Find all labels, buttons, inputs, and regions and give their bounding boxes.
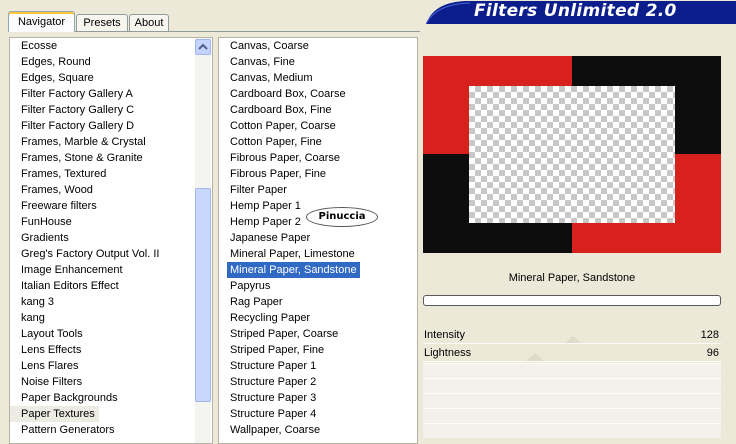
filter-item[interactable]: Canvas, Medium — [219, 70, 360, 86]
filter-item[interactable]: Cardboard Box, Fine — [219, 102, 360, 118]
tab-navigator[interactable]: Navigator — [8, 11, 75, 32]
filter-item[interactable]: Filter Paper — [219, 182, 360, 198]
preview-image — [423, 56, 721, 253]
category-item[interactable]: Frames, Wood — [10, 182, 159, 198]
category-item[interactable]: Frames, Stone & Granite — [10, 150, 159, 166]
slider-lightness[interactable]: Lightness 96 — [423, 345, 721, 362]
chevron-up-icon — [198, 43, 208, 50]
banner-title: Filters Unlimited 2.0 — [474, 1, 677, 21]
category-list[interactable]: Ecosse Edges, Round Edges, Square Filter Fa… — [9, 37, 213, 444]
selected-filter-name: Mineral Paper, Sandstone — [508, 272, 636, 284]
filter-item[interactable]: Recycling Paper — [219, 310, 360, 326]
filter-item[interactable]: Fibrous Paper, Coarse — [219, 150, 360, 166]
category-item[interactable]: Ecosse — [10, 38, 159, 54]
category-item[interactable]: Paper Textures — [10, 406, 99, 422]
filter-item[interactable]: Cardboard Box, Coarse — [219, 86, 360, 102]
category-item[interactable]: FunHouse — [10, 214, 159, 230]
category-item[interactable]: Italian Editors Effect — [10, 278, 159, 294]
slider-value: 128 — [700, 329, 719, 341]
category-item[interactable]: Lens Flares — [10, 358, 159, 374]
category-item[interactable]: Lens Effects — [10, 342, 159, 358]
empty-slider-slot — [423, 378, 721, 393]
category-item[interactable]: Paper Backgrounds — [10, 390, 159, 406]
category-item[interactable]: Noise Filters — [10, 374, 159, 390]
scroll-up-button[interactable] — [195, 39, 211, 55]
filter-item[interactable]: Canvas, Fine — [219, 54, 360, 70]
category-item[interactable]: Layout Tools — [10, 326, 159, 342]
filter-item[interactable]: Cotton Paper, Fine — [219, 134, 360, 150]
filter-item[interactable]: Striped Paper, Coarse — [219, 326, 360, 342]
slider-label: Lightness — [424, 347, 472, 359]
category-item[interactable]: Frames, Textured — [10, 166, 159, 182]
category-item[interactable]: Image Enhancement — [10, 262, 159, 278]
category-item[interactable]: Filter Factory Gallery C — [10, 102, 159, 118]
scroll-thumb[interactable] — [195, 188, 211, 402]
tab-presets[interactable]: Presets — [76, 14, 128, 31]
filter-item[interactable]: Striped Paper, Fine — [219, 342, 360, 358]
progress-bar — [423, 295, 721, 306]
category-item[interactable]: Gradients — [10, 230, 159, 246]
filter-item[interactable]: Mineral Paper, Limestone — [219, 246, 360, 262]
category-item[interactable]: Edges, Round — [10, 54, 159, 70]
category-item[interactable]: Freeware filters — [10, 198, 159, 214]
slider-intensity[interactable]: Intensity 128 — [423, 327, 721, 344]
transparency-area — [469, 86, 675, 223]
filter-item[interactable]: Structure Paper 4 — [219, 406, 360, 422]
category-item[interactable]: Edges, Square — [10, 70, 159, 86]
filter-list[interactable]: Canvas, Coarse Canvas, Fine Canvas, Medium… — [218, 37, 418, 444]
empty-slider-slot — [423, 393, 721, 408]
filter-item[interactable]: Papyrus — [219, 278, 360, 294]
slider-label: Intensity — [424, 329, 465, 341]
filter-item[interactable]: Structure Paper 3 — [219, 390, 360, 406]
filter-item[interactable]: Wallpaper, Coarse — [219, 422, 360, 438]
category-item[interactable]: Frames, Marble & Crystal — [10, 134, 159, 150]
category-item[interactable]: Greg's Factory Output Vol. II — [10, 246, 159, 262]
category-item[interactable]: kang — [10, 310, 159, 326]
filter-item[interactable]: Fibrous Paper, Fine — [219, 166, 360, 182]
tab-about[interactable]: About — [129, 14, 169, 31]
category-scrollbar[interactable] — [195, 38, 211, 443]
slider-thumb[interactable] — [526, 353, 544, 361]
category-item[interactable]: Filter Factory Gallery A — [10, 86, 159, 102]
empty-slider-slot — [423, 408, 721, 423]
filter-item[interactable]: Rag Paper — [219, 294, 360, 310]
filter-item[interactable]: Structure Paper 1 — [219, 358, 360, 374]
filter-item[interactable]: Japanese Paper — [219, 230, 360, 246]
category-item[interactable]: kang 3 — [10, 294, 159, 310]
filter-item[interactable]: Mineral Paper, Sandstone — [227, 262, 360, 278]
watermark-badge: Pinuccia — [306, 207, 378, 227]
filter-item[interactable]: Cotton Paper, Coarse — [219, 118, 360, 134]
title-banner: Filters Unlimited 2.0 — [426, 0, 736, 24]
category-item[interactable]: Pattern Generators — [10, 422, 159, 438]
filter-item[interactable]: Structure Paper 2 — [219, 374, 360, 390]
empty-slider-slot — [423, 423, 721, 438]
empty-slider-slot — [423, 363, 721, 378]
filter-item[interactable]: Canvas, Coarse — [219, 38, 360, 54]
category-item[interactable]: Filter Factory Gallery D — [10, 118, 159, 134]
slider-value: 96 — [706, 347, 719, 359]
